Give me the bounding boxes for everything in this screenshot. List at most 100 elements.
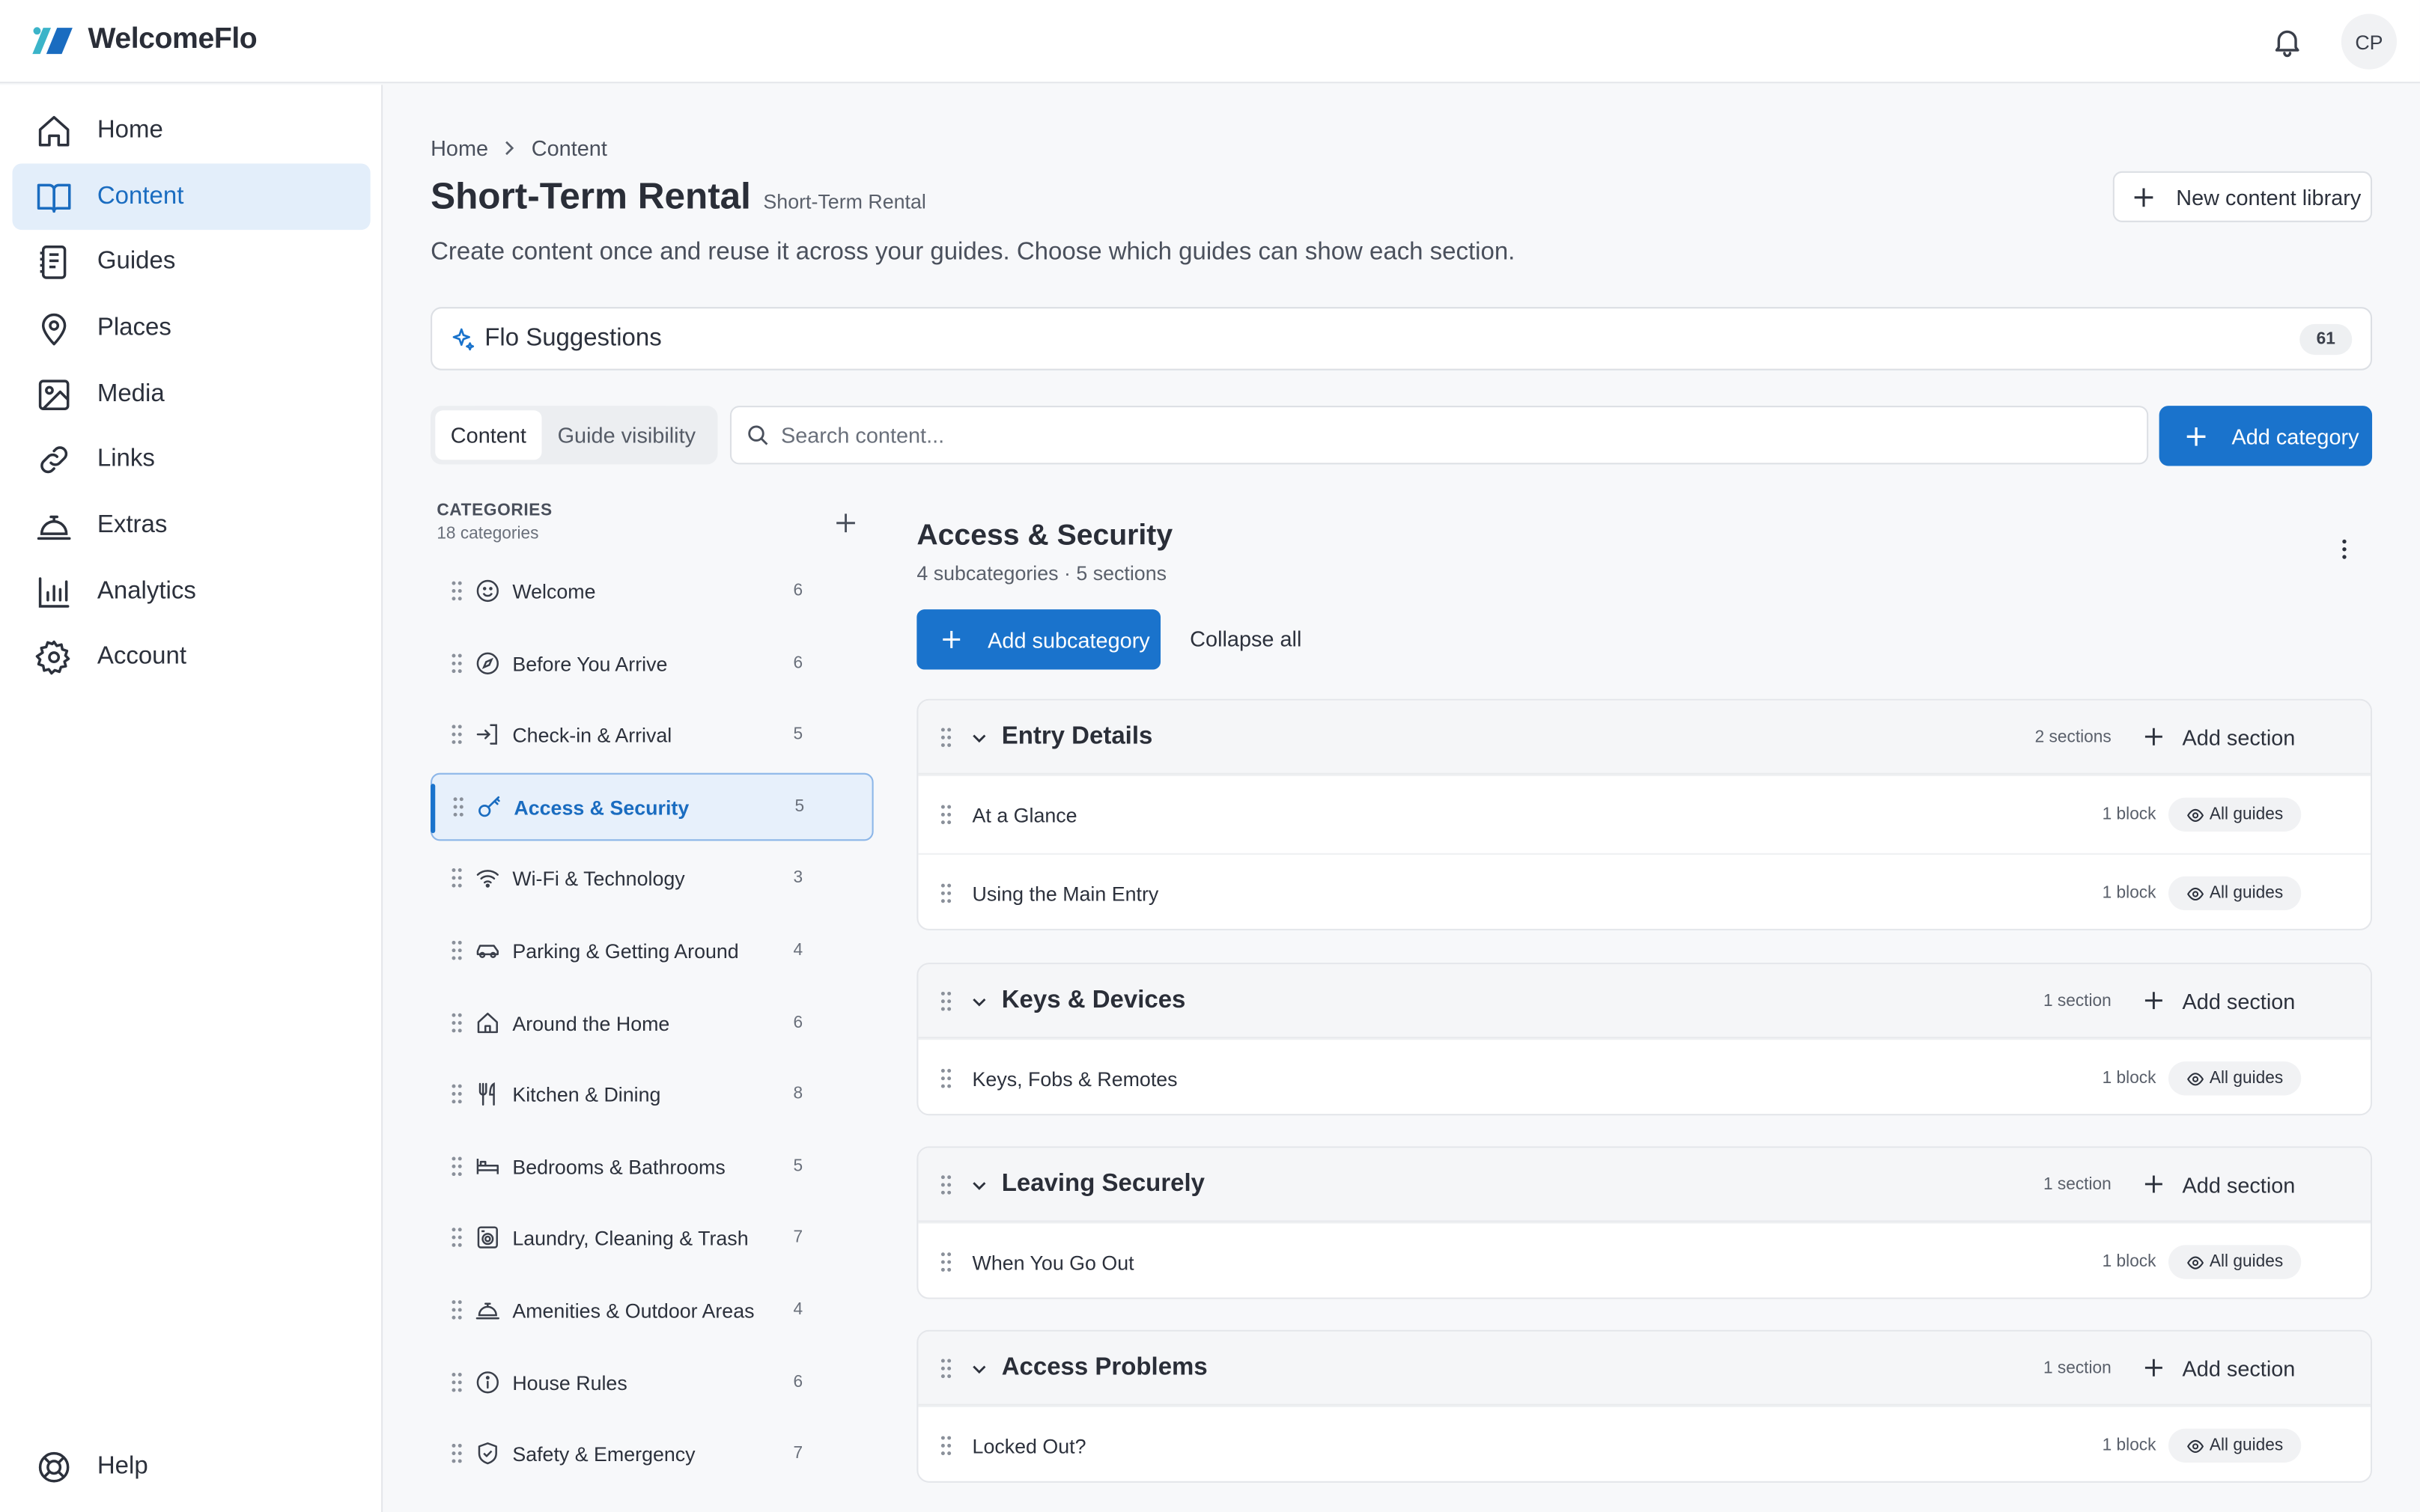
subcategory-header[interactable]: Keys & Devices 1 section Add section [918,964,2371,1039]
page-description: Create content once and reuse it across … [431,239,1515,266]
flo-suggestions-bar[interactable]: Flo Suggestions 61 [431,307,2373,371]
nav-label: Extras [97,511,168,538]
visibility-badge[interactable]: All guides [2168,797,2302,832]
subcategory-header[interactable]: Entry Details 2 sections Add section [918,700,2371,775]
category-label: Bedrooms & Bathrooms [512,1154,726,1178]
nav-item-guides[interactable]: Guides [12,228,370,295]
tab-guide-visibility[interactable]: Guide visibility [541,410,711,460]
drag-handle-icon[interactable] [451,1227,463,1249]
add-section-button[interactable]: Add section [2144,1171,2295,1196]
visibility-badge[interactable]: All guides [2168,1428,2302,1463]
drag-handle-icon[interactable] [451,1156,463,1177]
drag-handle-icon[interactable] [451,1083,463,1105]
drag-handle-icon[interactable] [451,724,463,746]
category-item[interactable]: Around the Home 6 [431,989,874,1057]
add-section-button[interactable]: Add section [2144,1356,2295,1380]
visibility-badge[interactable]: All guides [2168,876,2302,911]
drag-handle-icon[interactable] [940,1435,952,1457]
key-icon [478,796,500,817]
drag-handle-icon[interactable] [940,1252,952,1273]
drag-handle-icon[interactable] [451,1371,463,1393]
section-row[interactable]: At a Glance 1 block All guides [918,774,2371,853]
notification-bell-icon[interactable] [2270,25,2304,58]
add-section-button[interactable]: Add section [2144,988,2295,1013]
nav-item-links[interactable]: Links [12,426,370,493]
drag-handle-icon[interactable] [940,1358,952,1380]
category-item[interactable]: Check-in & Arrival 5 [431,701,874,769]
tab-content[interactable]: Content [435,410,542,460]
map-pin-icon [41,312,67,345]
category-item[interactable]: Bedrooms & Bathrooms 5 [431,1133,874,1201]
add-category-plus-icon[interactable] [835,512,857,534]
section-row[interactable]: When You Go Out 1 block All guides [918,1222,2371,1297]
visibility-badge[interactable]: All guides [2168,1061,2302,1096]
chevron-down-icon[interactable] [970,730,988,747]
categories-heading: CATEGORIES [437,501,553,520]
chevron-down-icon[interactable] [970,1361,988,1378]
category-item[interactable]: Wi-Fi & Technology 3 [431,844,874,912]
drag-handle-icon[interactable] [451,1012,463,1034]
visibility-badge[interactable]: All guides [2168,1245,2302,1279]
add-subcategory-button[interactable]: Add subcategory [916,609,1161,670]
nav-item-content[interactable]: Content [12,163,371,231]
section-block-count: 1 block [2102,1069,2156,1088]
nav-item-account[interactable]: Account [12,624,370,690]
category-item[interactable]: Safety & Emergency 7 [431,1419,874,1487]
eye-icon [2186,1072,2204,1085]
utensils-icon [478,1082,495,1106]
info-icon [476,1371,499,1394]
user-avatar[interactable]: CP [2341,13,2398,70]
category-item[interactable]: Amenities & Outdoor Areas 4 [431,1276,874,1344]
category-item[interactable]: Laundry, Cleaning & Trash 7 [431,1204,874,1272]
drag-handle-icon[interactable] [451,1442,463,1464]
drag-handle-icon[interactable] [940,727,952,749]
category-item-selected[interactable]: Access & Security 5 [431,772,874,841]
drag-handle-icon[interactable] [451,867,463,888]
chevron-right-icon [505,141,514,156]
subcategory-card: Leaving Securely 1 section Add section W… [916,1146,2373,1299]
drag-handle-icon[interactable] [940,1174,952,1196]
drag-handle-icon[interactable] [451,1299,463,1321]
drag-handle-icon[interactable] [451,653,463,674]
chevron-down-icon[interactable] [970,993,988,1010]
search-icon [748,425,768,445]
drag-handle-icon[interactable] [940,804,952,826]
section-row[interactable]: Keys, Fobs & Remotes 1 block All guides [918,1038,2371,1114]
nav-item-home[interactable]: Home [12,97,370,164]
section-row[interactable]: Using the Main Entry 1 block All guides [918,853,2371,929]
section-block-count: 1 block [2102,1436,2156,1455]
nav-item-help[interactable]: Help [12,1433,370,1500]
new-content-library-button[interactable]: New content library [2112,171,2373,222]
drag-handle-icon[interactable] [452,796,464,818]
section-row[interactable]: Locked Out? 1 block All guides [918,1405,2371,1481]
search-input[interactable] [780,422,2109,448]
more-vertical-icon[interactable] [2332,537,2356,561]
category-item[interactable]: Kitchen & Dining 8 [431,1060,874,1128]
subcategory-name: Entry Details [1001,722,1153,749]
drag-handle-icon[interactable] [940,882,952,904]
add-category-button[interactable]: Add category [2159,406,2373,466]
category-item[interactable]: Parking & Getting Around 4 [431,916,874,984]
nav-item-places[interactable]: Places [12,295,370,362]
subcategory-header[interactable]: Access Problems 1 section Add section [918,1331,2371,1406]
drag-handle-icon[interactable] [451,580,463,602]
app-logo[interactable]: WelcomeFlo [29,23,258,57]
category-item[interactable]: House Rules 6 [431,1348,874,1416]
add-section-button[interactable]: Add section [2144,725,2295,749]
visibility-label: All guides [2209,884,2284,903]
nav-item-media[interactable]: Media [12,361,370,427]
nav-item-extras[interactable]: Extras [12,493,370,559]
subcategory-header[interactable]: Leaving Securely 1 section Add section [918,1147,2371,1222]
category-label: Kitchen & Dining [512,1082,661,1106]
drag-handle-icon[interactable] [451,939,463,961]
chevron-down-icon[interactable] [970,1177,988,1195]
drag-handle-icon[interactable] [940,1067,952,1089]
category-item[interactable]: Welcome 6 [431,557,874,625]
subcategory-name: Keys & Devices [1001,987,1186,1013]
drag-handle-icon[interactable] [940,990,952,1012]
category-item[interactable]: Before You Arrive 6 [431,630,874,698]
breadcrumb-home[interactable]: Home [431,135,488,160]
nav-item-analytics[interactable]: Analytics [12,558,370,625]
collapse-all-button[interactable]: Collapse all [1190,627,1301,651]
page-subtitle: Short-Term Rental [763,189,926,213]
